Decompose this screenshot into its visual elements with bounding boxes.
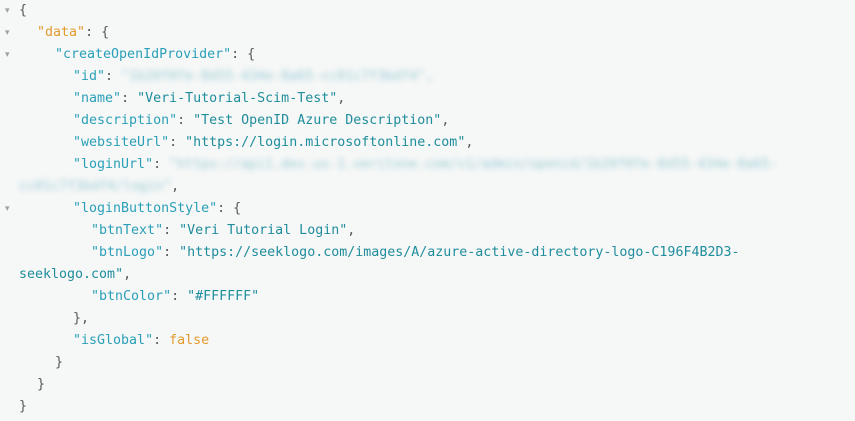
btn-logo-key: btnLogo [99,245,156,260]
is-global-key: isGlobal [81,333,146,348]
btn-text-key: btnText [99,223,156,238]
name-key: name [81,91,114,106]
id-value-redacted: "1b20f0fe-8d55-434e-8a65-cc01c7f3bdf4", [121,69,434,84]
website-url-value: https://login.microsoftonline.com [193,135,458,150]
btn-color-key: btnColor [99,289,164,304]
description-key: description [81,113,170,128]
btn-logo-value: https://seeklogo.com/images/A/azure-acti… [187,245,740,260]
login-button-style-key: loginButtonStyle [81,201,210,216]
btn-color-value: #FFFFFF [195,289,252,304]
collapse-root-toggle-icon[interactable]: ▾ [5,0,15,22]
data-key: data [45,25,78,40]
login-url-key: loginUrl [81,157,146,172]
create-openid-provider-key: createOpenIdProvider [63,47,224,62]
btn-logo-value-continued: seeklogo.com [19,267,116,282]
is-global-value: false [169,333,210,348]
json-viewer: ▾ { ▾ "data": { ▾ "createOpenIdProvider"… [0,0,855,421]
btn-text-value: Veri Tutorial Login [187,223,340,238]
collapse-login-button-style-toggle-icon[interactable]: ▾ [5,198,15,220]
login-url-value-redacted: "https://api1.dev.us-1.veritone.com/v1/a… [169,157,778,172]
description-value: Test OpenID Azure Description [201,113,434,128]
name-value: Veri-Tutorial-Scim-Test [145,91,330,106]
collapse-create-openid-provider-toggle-icon[interactable]: ▾ [5,44,15,66]
login-url-value-redacted-continued: cc01c7f3bdf4/login" [19,179,172,194]
id-key: id [81,69,98,84]
website-url-key: websiteUrl [81,135,162,150]
root-open-brace: { [19,3,28,18]
collapse-data-toggle-icon[interactable]: ▾ [5,22,15,44]
